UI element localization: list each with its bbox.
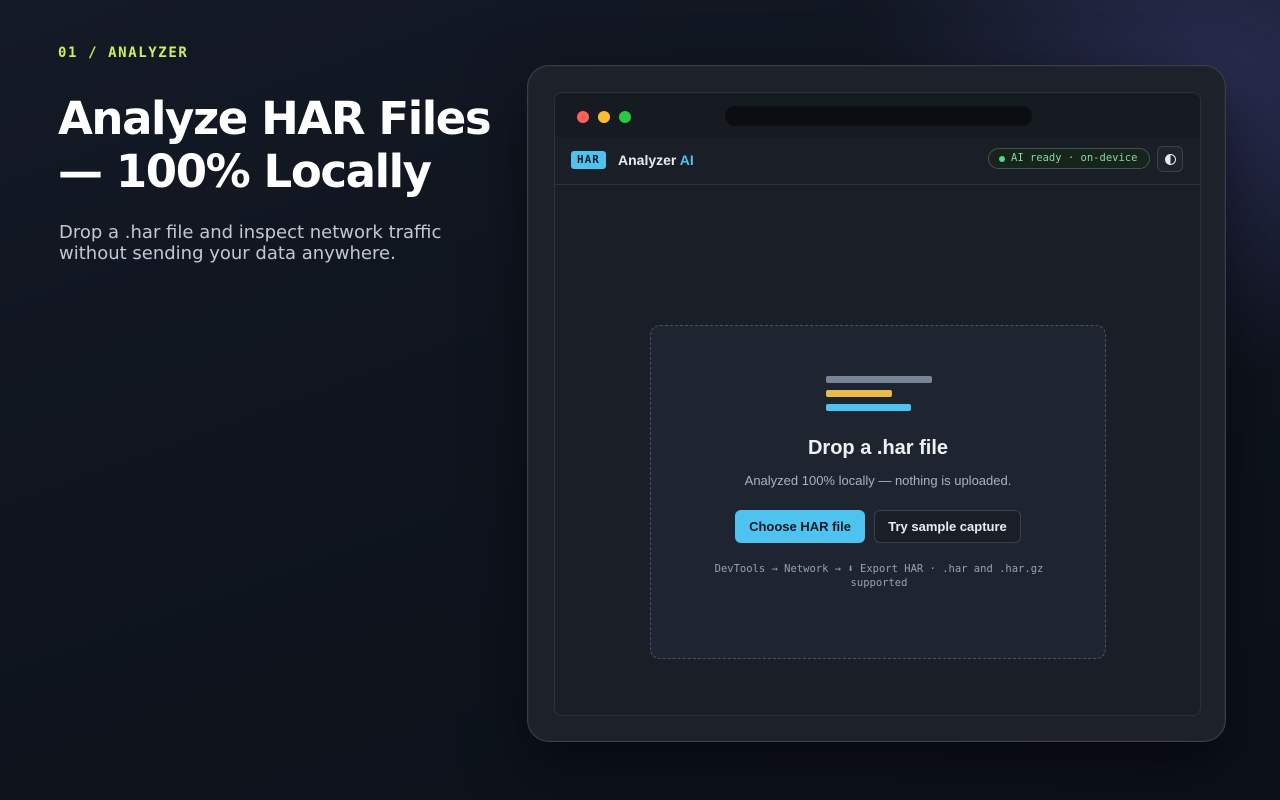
app-header: HAR Analyzer AI AI ready · on-device	[555, 137, 1200, 185]
file-illustration-line	[826, 404, 911, 411]
close-window-icon[interactable]	[577, 111, 589, 123]
ai-status-text: AI ready · on-device	[1011, 152, 1138, 164]
app-title: Analyzer AI	[618, 151, 694, 169]
dropzone-title: Drop a .har file	[807, 437, 949, 459]
hero-headline-line-2: — 100% Locally	[58, 145, 432, 198]
window-titlebar	[555, 93, 1200, 137]
dropzone-subtitle: Analyzed 100% locally — nothing is uploa…	[744, 473, 1012, 488]
section-eyebrow: 01 / ANALYZER	[58, 45, 189, 61]
har-badge: HAR	[571, 151, 606, 169]
maximize-window-icon[interactable]	[619, 111, 631, 123]
ai-status-badge: AI ready · on-device	[988, 148, 1150, 169]
file-illustration-line	[826, 390, 892, 397]
try-sample-capture-button[interactable]: Try sample capture	[874, 510, 1021, 543]
minimize-window-icon[interactable]	[598, 111, 610, 123]
device-frame: HAR Analyzer AI AI ready · on-device Dro…	[527, 65, 1226, 742]
hero-headline: Analyze HAR Files — 100% Locally	[58, 92, 498, 198]
export-har-hint: DevTools → Network → ⬇ Export HAR · .har…	[714, 563, 1044, 589]
hero-subtitle: Drop a .har file and inspect network tra…	[59, 222, 442, 264]
app-title-name: Analyzer	[618, 152, 677, 168]
address-bar[interactable]	[725, 106, 1032, 126]
choose-har-file-button[interactable]: Choose HAR file	[735, 510, 865, 543]
status-dot-icon	[999, 156, 1005, 162]
hero-headline-line-1: Analyze HAR Files	[58, 92, 492, 145]
har-file-icon	[826, 376, 932, 412]
file-illustration-line	[826, 376, 932, 383]
contrast-icon	[1165, 154, 1176, 165]
theme-toggle-button[interactable]	[1157, 146, 1183, 172]
browser-window: HAR Analyzer AI AI ready · on-device Dro…	[554, 92, 1201, 716]
app-title-accent: AI	[679, 152, 694, 168]
har-dropzone[interactable]: Drop a .har file Analyzed 100% locally —…	[650, 325, 1106, 659]
